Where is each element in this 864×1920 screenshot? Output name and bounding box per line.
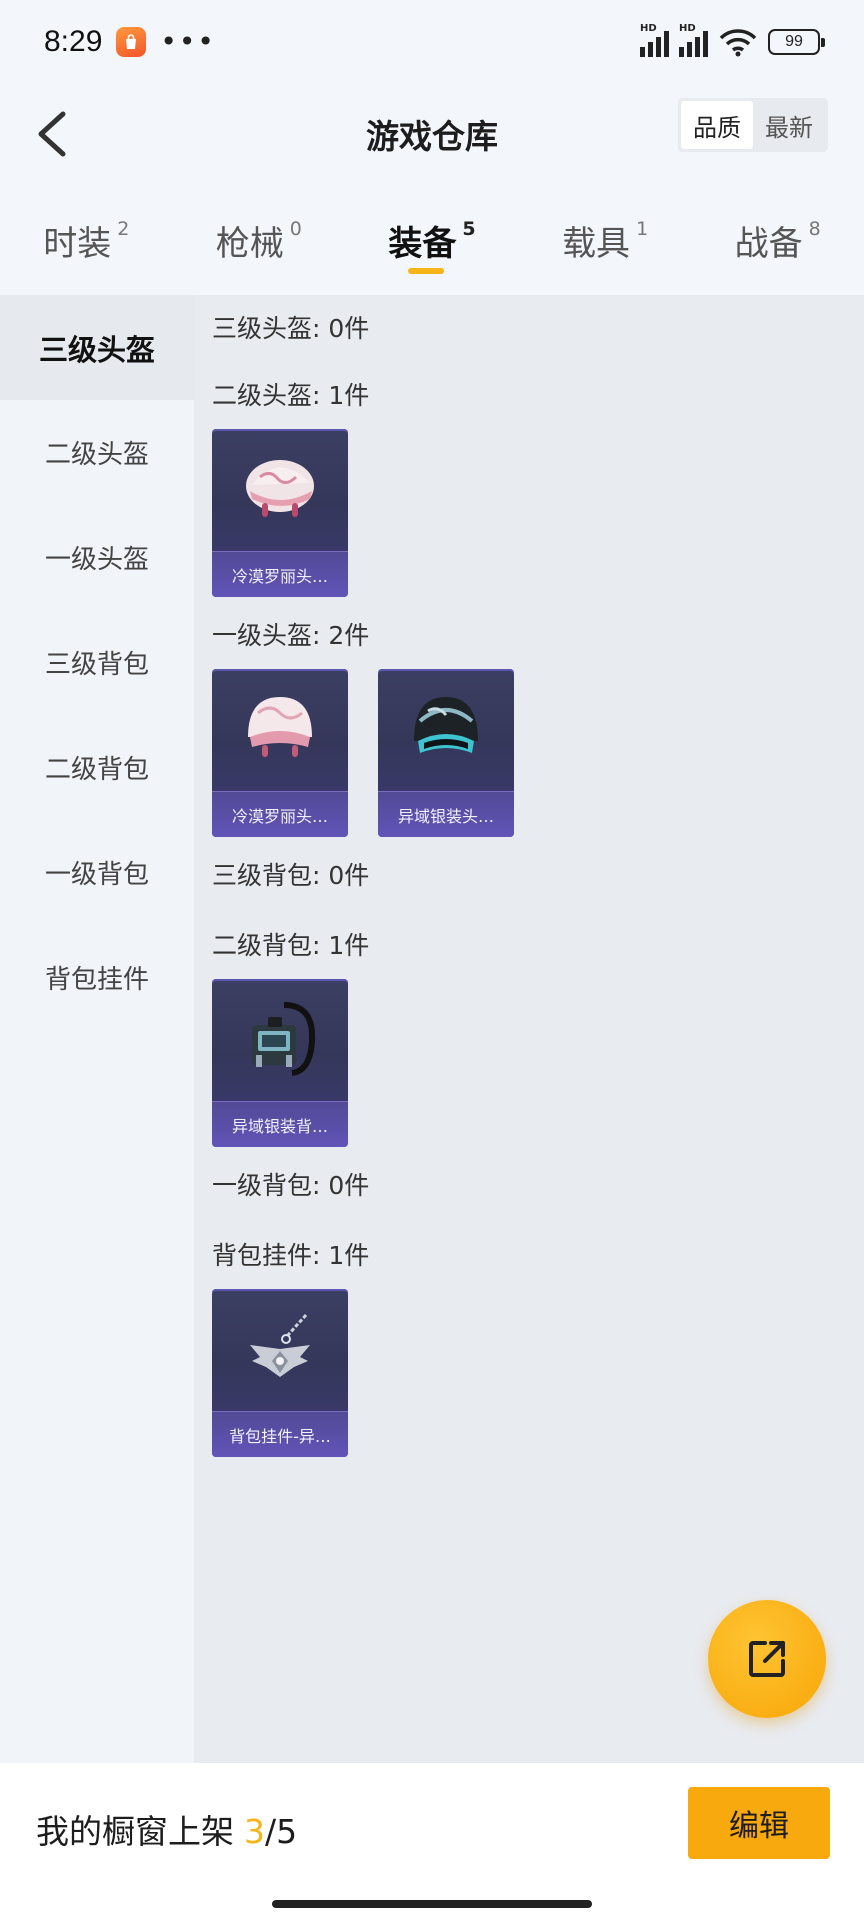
item-row: 异域银装背… [212, 979, 864, 1147]
section-header: 三级头盔: 0件 [212, 314, 370, 343]
home-indicator[interactable] [272, 1900, 592, 1908]
section-header: 三级背包: 0件 [212, 861, 370, 890]
share-external-icon [749, 1641, 785, 1677]
item-name: 冷漠罗丽头… [231, 566, 328, 586]
tab-label: 时装 [43, 224, 112, 264]
item-row: 冷漠罗丽头… [212, 429, 864, 597]
item-name: 冷漠罗丽头… [231, 806, 328, 826]
tab-label: 载具 [562, 224, 631, 264]
item-card[interactable]: 背包挂件-异… [212, 1289, 348, 1457]
item-list[interactable]: 三级头盔: 0件 二级头盔: 1件 冷漠罗丽头… 一级头盔: 2件 冷漠罗丽头…… [194, 295, 864, 1763]
status-time: 8:29 [44, 25, 103, 58]
showcase-count: 3 [244, 1812, 265, 1851]
sidebar-item-level1-helmet[interactable]: 一级头盔 [0, 505, 194, 610]
item-name-bar: 冷漠罗丽头… [212, 791, 348, 837]
sidebar-item-level2-helmet[interactable]: 二级头盔 [0, 400, 194, 505]
showcase-status: 我的橱窗上架 3 /5 [36, 1805, 297, 1853]
section-header: 二级背包: 1件 [212, 931, 370, 960]
item-card[interactable]: 异域银装背… [212, 979, 348, 1147]
black-helmet-icon [378, 669, 514, 789]
tab-gear[interactable]: 战备 8 [735, 200, 821, 284]
signal-icon-2: HD [679, 23, 708, 57]
wifi-icon [719, 29, 757, 57]
tab-label: 战备 [734, 224, 803, 264]
tab-count: 2 [117, 218, 130, 240]
shopping-bag-icon [116, 27, 147, 57]
back-arrow-icon [38, 111, 66, 157]
section-header: 二级头盔: 1件 [212, 381, 370, 410]
battery-indicator: 99 [768, 29, 825, 55]
section-header: 一级头盔: 2件 [212, 621, 370, 650]
item-name-bar: 异域银装头… [378, 791, 514, 837]
tab-label: 装备 [388, 224, 457, 264]
tab-count: 5 [462, 218, 476, 240]
item-card[interactable]: 冷漠罗丽头… [212, 429, 348, 597]
tab-count: 0 [289, 218, 302, 240]
showcase-total: /5 [265, 1812, 298, 1851]
item-name-bar: 背包挂件-异… [212, 1411, 348, 1457]
sort-toggle: 品质 最新 [678, 98, 828, 152]
showcase-label: 我的橱窗上架 [36, 1812, 234, 1851]
item-name-bar: 冷漠罗丽头… [212, 551, 348, 597]
item-card[interactable]: 冷漠罗丽头… [212, 669, 348, 837]
tab-label: 枪械 [215, 224, 284, 264]
status-indicators: HD HD 99 [640, 23, 825, 57]
tab-count: 1 [636, 218, 649, 240]
pink-helmet-icon [212, 429, 348, 549]
more-dots-icon: ••• [160, 25, 216, 58]
tab-guns[interactable]: 枪械 0 [216, 200, 302, 284]
winged-charm-icon [212, 1289, 348, 1409]
item-name-bar: 异域银装背… [212, 1101, 348, 1147]
status-bar: 8:29 ••• HD HD 99 [0, 0, 864, 84]
backpack-icon [212, 979, 348, 1099]
item-card[interactable]: 异域银装头… [378, 669, 514, 837]
sidebar-item-level3-backpack[interactable]: 三级背包 [0, 610, 194, 715]
tab-vehicles[interactable]: 载具 1 [562, 200, 648, 284]
tab-count: 8 [808, 218, 821, 240]
page-title: 游戏仓库 [366, 117, 498, 156]
category-tabs: 时装 2 枪械 0 装备 5 载具 1 战备 8 [0, 200, 864, 290]
item-name: 异域银装背… [231, 1116, 328, 1136]
sidebar: 三级头盔 二级头盔 一级头盔 三级背包 二级背包 一级背包 背包挂件 [0, 295, 194, 1763]
tab-equipment[interactable]: 装备 5 [388, 200, 476, 284]
signal-icon: HD [640, 23, 669, 57]
bottom-bar: 我的橱窗上架 3 /5 编辑 [0, 1763, 864, 1920]
edit-button[interactable]: 编辑 [688, 1787, 830, 1859]
item-row: 背包挂件-异… [212, 1289, 864, 1457]
pink-open-helmet-icon [212, 669, 348, 789]
item-name: 异域银装头… [397, 806, 494, 826]
sort-option-quality[interactable]: 品质 [681, 101, 753, 149]
share-button[interactable] [708, 1600, 826, 1718]
item-row: 冷漠罗丽头… 异域银装头… [212, 669, 864, 837]
sidebar-item-level1-backpack[interactable]: 一级背包 [0, 820, 194, 925]
tab-fashion[interactable]: 时装 2 [43, 200, 129, 284]
sort-option-newest[interactable]: 最新 [753, 101, 825, 149]
section-header: 一级背包: 0件 [212, 1171, 370, 1200]
active-tab-indicator [407, 268, 444, 274]
sidebar-item-level3-helmet[interactable]: 三级头盔 [0, 295, 194, 400]
section-header: 背包挂件: 1件 [212, 1241, 370, 1270]
item-name: 背包挂件-异… [229, 1426, 331, 1446]
sidebar-item-backpack-charm[interactable]: 背包挂件 [0, 925, 194, 1030]
back-button[interactable] [22, 102, 82, 166]
header: 游戏仓库 品质 最新 [0, 84, 864, 184]
sidebar-item-level2-backpack[interactable]: 二级背包 [0, 715, 194, 820]
